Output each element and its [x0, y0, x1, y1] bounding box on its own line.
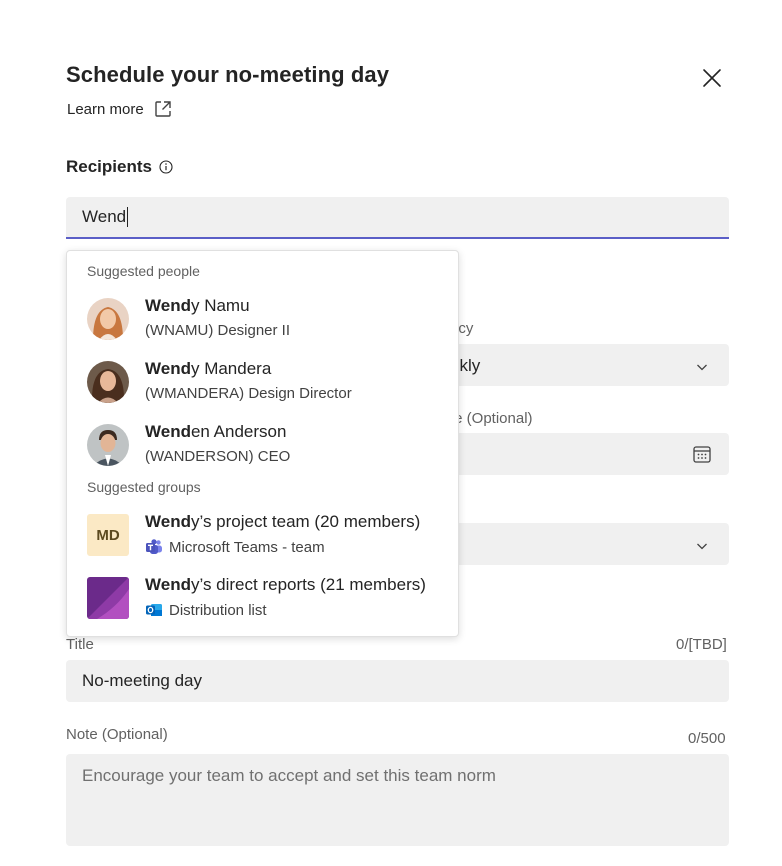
chevron-down-icon — [697, 364, 707, 371]
learn-more-link[interactable]: Learn more — [67, 100, 172, 118]
title-input[interactable]: No-meeting day — [66, 660, 729, 702]
suggestion-name: Wendy Mandera — [145, 359, 272, 378]
suggestion-detail: Distribution list — [145, 601, 267, 619]
open-external-icon — [155, 101, 171, 117]
group-type-text: Microsoft Teams - team — [169, 538, 325, 556]
recipients-label-text: Recipients — [66, 157, 152, 176]
suggestion-detail: (WMANDERA) Design Director — [145, 385, 352, 402]
suggestion-name: Wendy’s direct reports (21 members) — [145, 575, 426, 594]
outlook-icon — [146, 604, 162, 616]
close-icon — [703, 69, 721, 87]
title-label: Title — [66, 636, 94, 653]
calendar-icon[interactable] — [692, 444, 712, 464]
note-textarea[interactable]: Encourage your team to accept and set th… — [66, 754, 729, 846]
title-char-counter: 0/[TBD] — [676, 636, 727, 653]
suggestion-name: Wendy’s project team (20 members) — [145, 512, 421, 531]
chevron-down-icon — [697, 543, 707, 550]
group-avatar: MD — [87, 514, 129, 556]
suggestion-person[interactable]: Wenden Anderson (WANDERSON) CEO — [67, 417, 458, 475]
suggestion-person[interactable]: Wendy Namu (WNAMU) Designer II — [67, 291, 458, 349]
suggestions-dropdown: Suggested people Wendy Namu (WNAMU) Desi… — [66, 250, 459, 637]
suggestion-group[interactable]: MD Wendy’s project team (20 members) Mic… — [67, 507, 458, 565]
suggested-people-header: Suggested people — [87, 263, 200, 279]
recipients-label: Recipients — [66, 157, 173, 177]
suggestion-detail: (WNAMU) Designer II — [145, 322, 291, 339]
note-char-counter: 0/500 — [688, 730, 726, 747]
recipients-input-value: Wend — [82, 207, 127, 226]
recipients-input[interactable]: Wend — [66, 197, 729, 239]
text-caret — [127, 207, 129, 227]
title-input-value: No-meeting day — [82, 671, 203, 690]
avatar — [87, 424, 129, 466]
note-label: Note (Optional) — [66, 726, 168, 743]
avatar — [87, 361, 129, 403]
suggestion-name: Wendy Namu — [145, 296, 250, 315]
teams-icon — [146, 539, 162, 554]
suggested-groups-header: Suggested groups — [87, 479, 201, 495]
dialog-title: Schedule your no-meeting day — [66, 62, 390, 87]
avatar — [87, 298, 129, 340]
suggestion-detail: Microsoft Teams - team — [145, 538, 325, 556]
suggestion-group[interactable]: Wendy’s direct reports (21 members) Dist… — [67, 570, 458, 628]
learn-more-label: Learn more — [67, 100, 144, 118]
info-icon[interactable] — [159, 160, 173, 174]
group-type-text: Distribution list — [169, 601, 267, 619]
end-date-label: te (Optional) — [450, 410, 533, 427]
group-avatar — [87, 577, 129, 619]
note-placeholder: Encourage your team to accept and set th… — [82, 766, 496, 785]
close-button[interactable] — [700, 66, 724, 90]
suggestion-person[interactable]: Wendy Mandera (WMANDERA) Design Director — [67, 354, 458, 412]
suggestion-detail: (WANDERSON) CEO — [145, 448, 291, 465]
suggestion-name: Wenden Anderson — [145, 422, 287, 441]
